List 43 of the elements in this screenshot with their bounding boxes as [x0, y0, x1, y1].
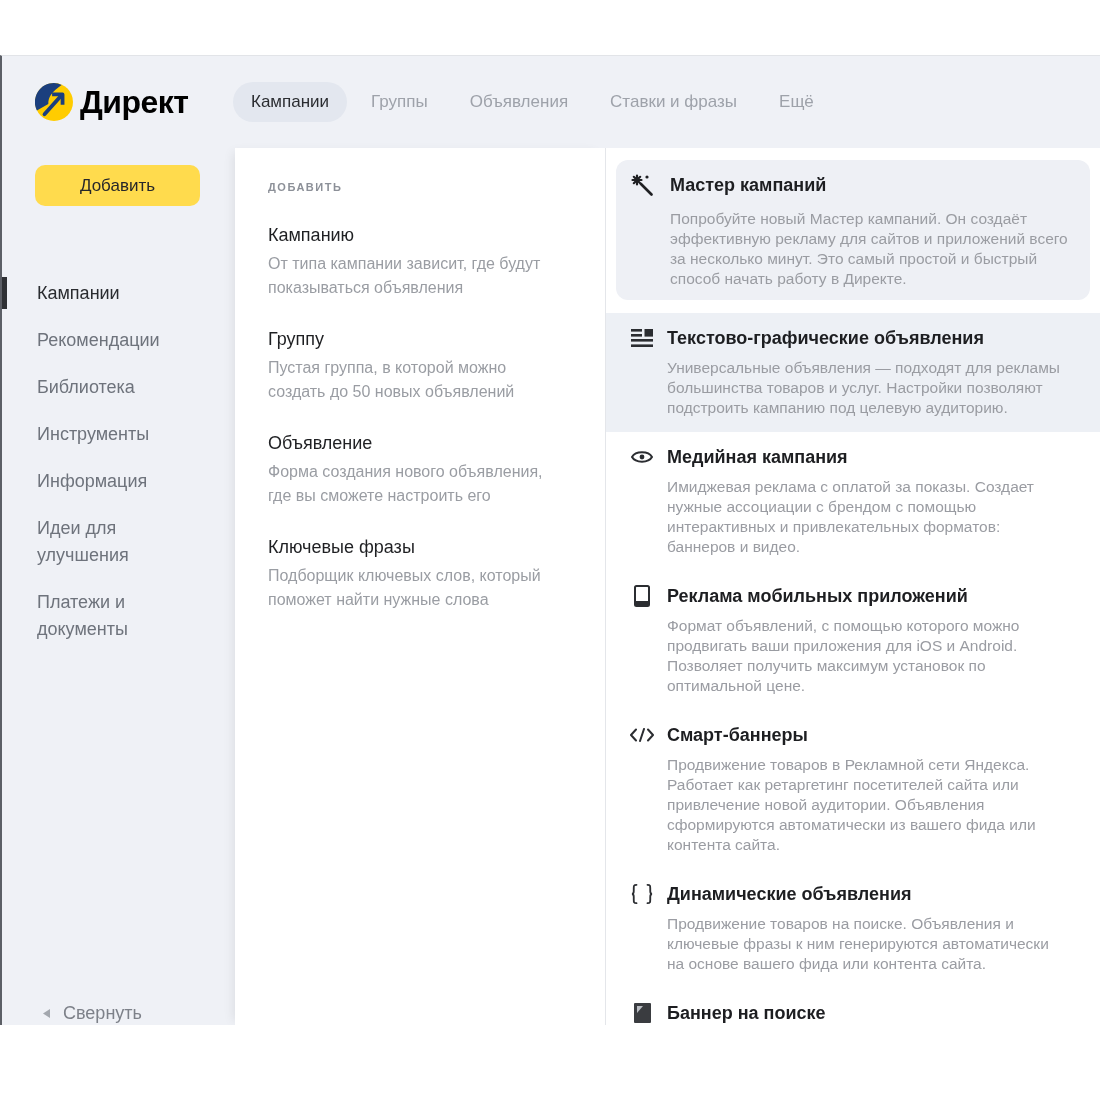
add-button[interactable]: Добавить	[35, 165, 200, 206]
campaign-type-description: Имиджевая реклама с оплатой за показы. Создает нужные ассоциации с брендом с помощью интерактивных и привлекательных форматов: баннеров и видео.	[667, 477, 1035, 557]
campaign-type-title: Реклама мобильных приложений	[667, 585, 968, 608]
nav-tab[interactable]: Кампании	[233, 82, 348, 122]
sidebar-nav-item[interactable]: Информация	[2, 465, 197, 497]
image-icon	[633, 1003, 651, 1023]
add-option-title[interactable]: Объявление	[268, 430, 373, 456]
add-option-title[interactable]: Группу	[268, 326, 325, 352]
campaign-type-title: Медийная кампания	[667, 446, 848, 469]
campaign-type-title: Смарт-баннеры	[667, 724, 808, 747]
magic-wand-icon	[631, 174, 653, 196]
campaign-type-title: Мастер кампаний	[670, 174, 827, 197]
campaign-type-description: Продвижение товаров в Рекламной сети Яндекса. Работает как ретаргетинг посетителей сайта или привлечение новой аудитории. Объявления сформируются автоматически из вашего фида или контента сайта.	[667, 755, 1037, 855]
code-icon	[630, 728, 654, 742]
sidebar-nav-item[interactable]: Платежи и документы	[2, 586, 197, 645]
eye-icon	[631, 450, 653, 464]
tablet-icon	[634, 585, 650, 607]
campaign-type-title: Текстово-графические объявления	[667, 327, 984, 350]
campaign-type-description: Попробуйте новый Мастер кампаний. Он создаёт эффективную рекламу для сайтов и приложений всего за несколько минут. Это самый простой и быстрый способ начать работу в Директе.	[670, 209, 1069, 289]
sidebar-nav-item[interactable]: Рекомендации	[2, 324, 197, 356]
campaign-type-description: Формат объявлений, с помощью которого можно продвигать ваши приложения для iOS и Android. Позволяет получить максимум установок по оптимальной цене.	[667, 616, 1021, 696]
campaign-type-option[interactable]: Текстово-графические объявления Универсальные объявления — подходят для рекламы большинства товаров и услуг. Настройки позволяют подстроить кампанию под целевую аудиторию.	[606, 313, 1100, 432]
add-option-description: Подборщик ключевых слов, который поможет найти нужные слова	[268, 566, 542, 610]
sidebar-nav-item[interactable]: Идеи для улучшения	[2, 512, 197, 571]
campaign-type-title: Динамические объявления	[667, 883, 912, 906]
text-lines-icon	[631, 329, 653, 347]
logo-icon	[35, 83, 73, 121]
sidebar-nav-item[interactable]: Кампании	[2, 277, 197, 309]
sidebar-nav-item[interactable]: Библиотека	[2, 371, 197, 403]
add-option-description: От типа кампании зависит, где будут показываться объявления	[268, 254, 542, 298]
add-option-title[interactable]: Кампанию	[268, 222, 355, 248]
campaign-type-description: Универсальные объявления — подходят для рекламы большинства товаров и услуг. Настройки позволяют подстроить кампанию под целевую аудиторию.	[667, 358, 1061, 418]
braces-icon	[631, 883, 653, 905]
sidebar-nav-item[interactable]: Инструменты	[2, 418, 197, 450]
add-option-description: Пустая группа, в которой можно создать до 50 новых объявлений	[268, 358, 516, 402]
campaign-type-description: Продвижение товаров на поиске. Объявления и ключевые фразы к ним генерируются автоматически на основе вашего фида или контента сайта.	[667, 914, 1050, 974]
campaign-type-title: Баннер на поиске	[667, 1002, 826, 1025]
add-option-description: Форма создания нового объявления, где вы сможете настроить его	[268, 462, 544, 506]
caret-left-icon	[43, 1008, 50, 1018]
add-option-title[interactable]: Ключевые фразы	[268, 534, 415, 560]
logo-text: Директ	[80, 83, 189, 121]
section-heading: ДОБАВИТЬ	[268, 180, 344, 195]
campaign-wizard-card[interactable]: Мастер кампаний Попробуйте новый Мастер кампаний. Он создаёт эффективную рекламу для сайтов и приложений всего за несколько минут. Это самый простой и быстрый способ начать работу в Директе.	[616, 160, 1090, 300]
